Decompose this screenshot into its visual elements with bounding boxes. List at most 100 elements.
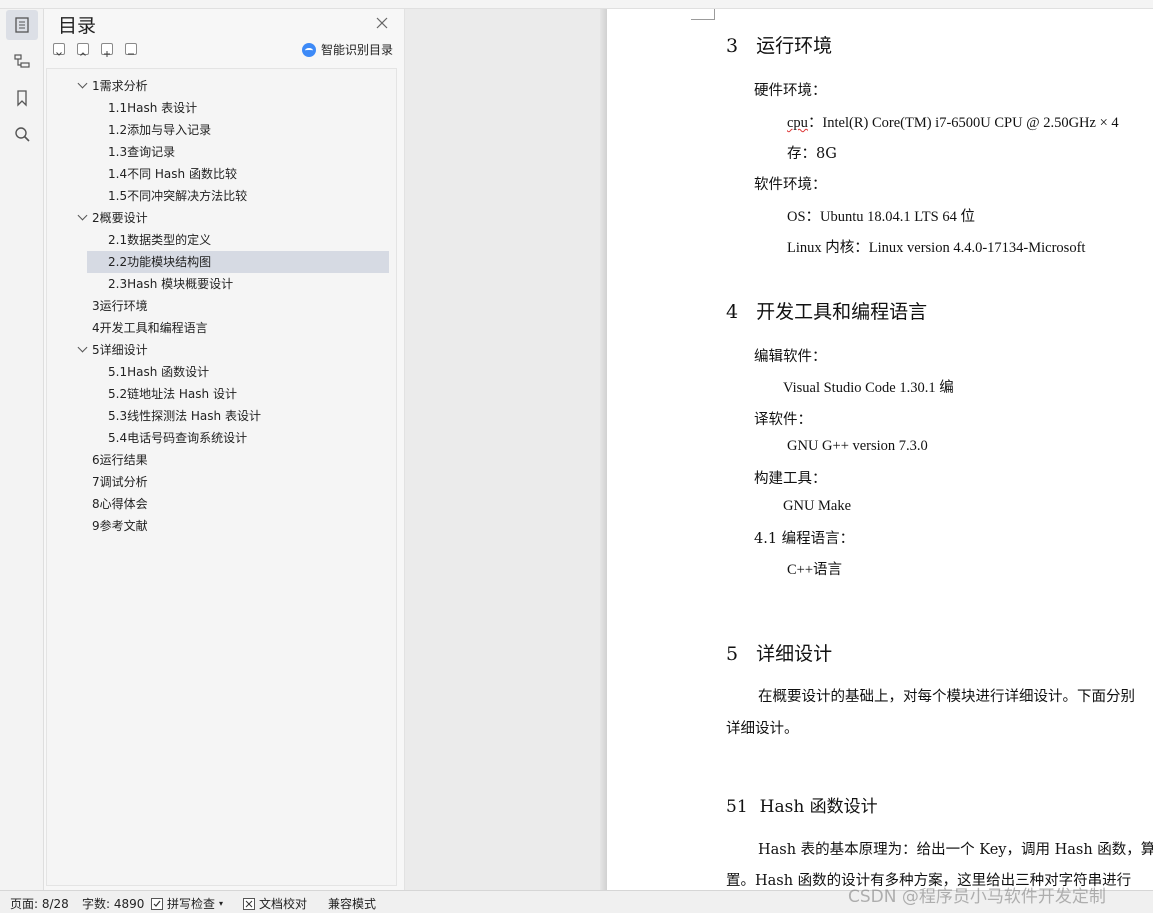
toc-item-label: 5.1Hash 函数设计 xyxy=(108,365,210,379)
s5-paragraph-line1: 在概要设计的基础上，对每个模块进行详细设计。下面分别 xyxy=(758,689,1135,705)
toc-item[interactable]: 5详细设计 xyxy=(47,339,392,361)
proofread-label: 文档校对 xyxy=(259,897,308,911)
toc-item[interactable]: 3运行环境 xyxy=(47,295,392,317)
toc-item[interactable]: 2.2功能模块结构图 xyxy=(87,251,389,273)
watermark-text: CSDN @程序员小马软件开发定制 xyxy=(848,887,1106,907)
toc-item-label: 2.2功能模块结构图 xyxy=(108,255,212,269)
toc-item[interactable]: 1.2添加与导入记录 xyxy=(47,119,392,141)
heading-5: 5 详细设计 xyxy=(726,643,833,665)
search-icon[interactable] xyxy=(6,119,38,149)
add-heading-icon[interactable] xyxy=(101,43,113,57)
toc-item-label: 9参考文献 xyxy=(92,519,148,533)
toc-list: 1需求分析 1.1Hash 表设计 1.2添加与导入记录 1.3查询记录 1.4不同 H… xyxy=(46,68,397,886)
editor-value: Visual Studio Code 1.30.1 编 xyxy=(783,380,954,396)
toc-item[interactable]: 1.1Hash 表设计 xyxy=(47,97,392,119)
toc-item[interactable]: 5.3线性探测法 Hash 表设计 xyxy=(47,405,392,427)
toc-title: 目录 xyxy=(58,15,97,37)
toc-item-label: 1.2添加与导入记录 xyxy=(108,123,212,137)
compat-mode-label[interactable]: 兼容模式 xyxy=(328,895,376,912)
chevron-down-icon[interactable] xyxy=(77,210,88,221)
chevron-down-icon[interactable] xyxy=(77,78,88,89)
word-count[interactable]: 字数: 4890 xyxy=(82,895,144,912)
document-background xyxy=(405,0,607,890)
toc-item[interactable]: 1.5不同冲突解决方法比较 xyxy=(47,185,392,207)
smart-toc-label: 智能识别目录 xyxy=(321,43,394,57)
toc-item-label: 2.1数据类型的定义 xyxy=(108,233,212,247)
kernel-line: Linux 内核：Linux version 4.4.0-17134-Micro… xyxy=(787,240,1086,256)
toc-item[interactable]: 4开发工具和编程语言 xyxy=(47,317,392,339)
toc-item-label: 1.4不同 Hash 函数比较 xyxy=(108,167,237,181)
sidebar-icon-strip xyxy=(0,0,44,890)
os-line: OS：Ubuntu 18.04.1 LTS 64 位 xyxy=(787,209,975,225)
toc-item[interactable]: 8心得体会 xyxy=(47,493,392,515)
expand-up-icon[interactable] xyxy=(77,43,89,56)
toc-item-label: 5.4电话号码查询系统设计 xyxy=(108,431,248,445)
proofread-button[interactable]: 文档校对 xyxy=(243,895,307,912)
collapse-all-icon[interactable] xyxy=(53,43,65,56)
lang-value: C++语言 xyxy=(787,562,843,578)
toc-item-label: 6运行结果 xyxy=(92,453,148,467)
spell-check-button[interactable]: 拼写检查 ▾ xyxy=(151,895,223,912)
toc-item-label: 5详细设计 xyxy=(92,343,148,357)
document-page[interactable]: 3 运行环境 硬件环境： cpu：Intel(R) Core(TM) i7-650… xyxy=(607,9,1153,890)
memory-line: 存：8G xyxy=(787,146,837,162)
toc-item-label: 1.5不同冲突解决方法比较 xyxy=(108,189,248,203)
toc-item[interactable]: 6运行结果 xyxy=(47,449,392,471)
compiler-label: 译软件： xyxy=(754,412,812,428)
toc-item-label: 5.2链地址法 Hash 设计 xyxy=(108,387,237,401)
toc-item-label: 3运行环境 xyxy=(92,299,148,313)
bookmark-icon[interactable] xyxy=(6,83,38,113)
cpu-key: cpu xyxy=(787,115,808,131)
smart-toc-icon xyxy=(302,42,316,57)
cpu-value: ：Intel(R) Core(TM) i7-6500U CPU @ 2.50GH… xyxy=(807,115,1119,131)
hardware-label: 硬件环境： xyxy=(754,83,827,99)
software-label: 软件环境： xyxy=(754,177,827,193)
toc-item[interactable]: 1.4不同 Hash 函数比较 xyxy=(47,163,392,185)
compiler-value: GNU G++ version 7.3.0 xyxy=(787,438,928,454)
crop-mark xyxy=(691,9,715,20)
chevron-down-icon[interactable] xyxy=(77,342,88,353)
proofread-icon xyxy=(243,897,255,910)
smart-toc-button[interactable]: 智能识别目录 xyxy=(302,41,393,58)
s51-paragraph-line1: Hash 表的基本原理为：给出一个 Key，调用 Hash 函数，算 xyxy=(758,842,1153,858)
toc-item-label: 1需求分析 xyxy=(92,79,148,93)
heading-51: 51 Hash 函数设计 xyxy=(726,797,878,817)
toc-item[interactable]: 1.3查询记录 xyxy=(47,141,392,163)
toc-item[interactable]: 5.1Hash 函数设计 xyxy=(47,361,392,383)
crop-mark xyxy=(714,9,715,20)
lang-label: 4.1 编程语言： xyxy=(754,531,855,547)
toc-panel-icon[interactable] xyxy=(6,10,38,40)
toc-item[interactable]: 2.3Hash 模块概要设计 xyxy=(47,273,392,295)
editor-label: 编辑软件： xyxy=(754,349,827,365)
top-ruler xyxy=(0,0,1153,9)
toc-item-label: 4开发工具和编程语言 xyxy=(92,321,208,335)
page-indicator[interactable]: 页面: 8/28 xyxy=(10,895,69,912)
page-shadow xyxy=(600,0,607,890)
toc-item-label: 1.1Hash 表设计 xyxy=(108,101,198,115)
toc-item-label: 8心得体会 xyxy=(92,497,148,511)
heading-4: 4 开发工具和编程语言 xyxy=(726,301,928,323)
toc-item[interactable]: 5.2链地址法 Hash 设计 xyxy=(47,383,392,405)
toc-item-label: 7调试分析 xyxy=(92,475,148,489)
toc-panel: 目录 智能识别目录 1需求分析 1.1Hash 表设计 1.2添加与导入记录 1.3查… xyxy=(44,0,405,890)
close-icon[interactable] xyxy=(375,15,389,29)
build-value: GNU Make xyxy=(783,498,852,514)
heading-3: 3 运行环境 xyxy=(726,35,833,57)
toc-item-label: 1.3查询记录 xyxy=(108,145,176,159)
toc-item-label: 2.3Hash 模块概要设计 xyxy=(108,277,234,291)
toc-item[interactable]: 2概要设计 xyxy=(47,207,392,229)
nav-tree-icon[interactable] xyxy=(6,46,38,76)
build-label: 构建工具： xyxy=(754,471,827,487)
remove-heading-icon[interactable] xyxy=(125,43,137,55)
s5-paragraph-line2: 详细设计。 xyxy=(726,721,799,737)
toc-item[interactable]: 9参考文献 xyxy=(47,515,392,537)
toc-item-label: 2概要设计 xyxy=(92,211,148,225)
cpu-line: cpu：Intel(R) Core(TM) i7-6500U CPU @ 2.5… xyxy=(787,111,1119,132)
toc-item[interactable]: 5.4电话号码查询系统设计 xyxy=(47,427,392,449)
dropdown-icon[interactable]: ▾ xyxy=(219,899,223,908)
toc-item[interactable]: 2.1数据类型的定义 xyxy=(47,229,392,251)
toc-item[interactable]: 7调试分析 xyxy=(47,471,392,493)
toc-item[interactable]: 1需求分析 xyxy=(47,75,392,97)
spell-check-label: 拼写检查 xyxy=(167,897,216,911)
toc-item-label: 5.3线性探测法 Hash 表设计 xyxy=(108,409,261,423)
